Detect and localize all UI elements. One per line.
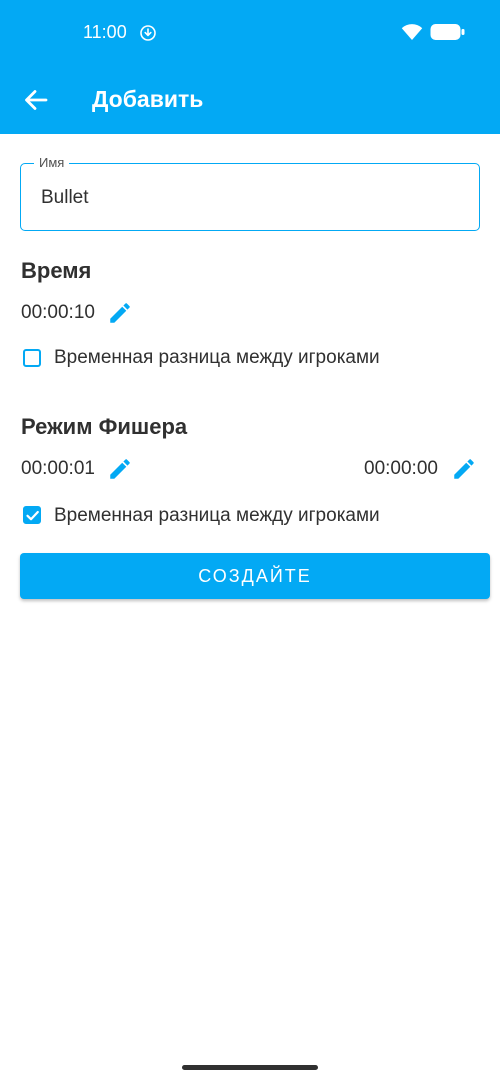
time-section-title: Время xyxy=(21,258,92,283)
status-time: 11:00 xyxy=(83,22,127,42)
pencil-icon[interactable] xyxy=(451,456,477,482)
fischer-section-title: Режим Фишера xyxy=(21,414,188,439)
time-value: 00:00:10 xyxy=(21,302,95,323)
fischer-time-left: 00:00:01 xyxy=(21,458,95,479)
fischer-time-right: 00:00:00 xyxy=(364,458,438,479)
pencil-icon[interactable] xyxy=(107,456,133,482)
app-bar: 11:00 Добавить xyxy=(0,0,500,134)
name-field-label: Имя xyxy=(34,155,70,170)
time-difference-label: Временная разница между игроками xyxy=(54,347,380,368)
home-indicator[interactable] xyxy=(182,1065,318,1070)
name-field[interactable]: Имя Bullet xyxy=(20,155,480,231)
app-screen: 11:00 Добавить Имя Bullet Время 00:00:10… xyxy=(0,0,500,1083)
status-bar: 11:00 xyxy=(0,0,500,64)
fischer-time-difference-label: Временная разница между игроками xyxy=(54,505,380,526)
name-field-value[interactable]: Bullet xyxy=(41,187,89,209)
page-title: Добавить xyxy=(92,86,204,112)
pencil-icon[interactable] xyxy=(107,300,133,326)
create-button[interactable]: СОЗДАЙТЕ xyxy=(20,553,490,599)
time-difference-checkbox[interactable] xyxy=(23,349,41,367)
download-circle-icon xyxy=(140,25,156,41)
fischer-time-difference-checkbox[interactable] xyxy=(23,506,41,524)
back-arrow-icon[interactable] xyxy=(20,84,52,116)
battery-icon xyxy=(430,24,465,40)
checkmark-icon xyxy=(26,510,39,521)
wifi-icon xyxy=(401,24,423,40)
